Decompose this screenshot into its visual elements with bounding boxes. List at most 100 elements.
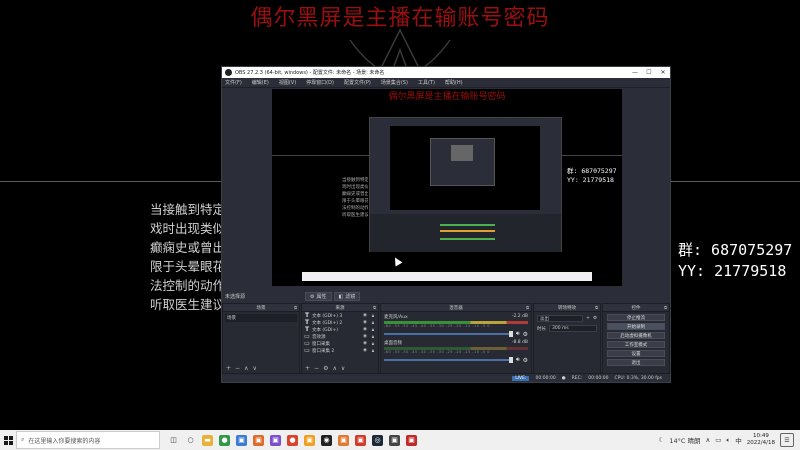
- app-icon-9[interactable]: ▣: [406, 434, 417, 446]
- start-recording-button[interactable]: 开始录制: [607, 323, 665, 330]
- slider-knob[interactable]: [508, 357, 513, 363]
- lock-icon[interactable]: 🔒︎: [370, 341, 376, 347]
- chevron-up-icon[interactable]: ∧: [705, 436, 710, 444]
- file-explorer-icon[interactable]: ▬: [202, 434, 213, 446]
- speaker-icon[interactable]: 🔊︎: [516, 356, 520, 364]
- lock-icon[interactable]: 🔒︎: [370, 348, 376, 354]
- filters-button[interactable]: ◧ 滤镜: [333, 292, 361, 301]
- lock-icon[interactable]: 🔒︎: [370, 334, 376, 340]
- obs-preview[interactable]: 偶尔黑屏是主播在输账号密码 当接触到特定 戏时出现类似 癫痫史或曾出 限于头晕眼…: [272, 89, 622, 286]
- eye-icon[interactable]: ◉: [362, 334, 368, 339]
- chrome-icon[interactable]: ●: [219, 434, 230, 446]
- transitions-dock: 转场特效 ⧉ 淡出 + ⚙ 时长 300 ms: [533, 303, 601, 374]
- dock-float-icon[interactable]: ⧉: [526, 305, 529, 310]
- transition-select[interactable]: 淡出: [537, 315, 584, 322]
- remove-icon[interactable]: −: [235, 365, 240, 372]
- duration-input[interactable]: 300 ms: [549, 325, 597, 332]
- add-icon[interactable]: +: [226, 365, 231, 372]
- dock-float-icon[interactable]: ⧉: [294, 305, 297, 310]
- eye-icon[interactable]: ◉: [362, 313, 368, 318]
- scene-list-item[interactable]: 场景: [225, 314, 297, 322]
- studio-mode-button[interactable]: 工作室模式: [607, 341, 665, 348]
- cortana-icon[interactable]: ○: [185, 435, 196, 446]
- speaker-icon[interactable]: 🔊︎: [516, 330, 520, 338]
- dock-float-icon[interactable]: ⧉: [595, 305, 598, 310]
- add-icon[interactable]: +: [305, 365, 310, 372]
- source-name: 文本 (GDI+) 2: [312, 320, 343, 326]
- gear-icon[interactable]: ⚙: [323, 365, 328, 372]
- close-button[interactable]: ✕: [656, 69, 670, 76]
- controls-dock-header: 控件 ⧉: [603, 304, 669, 312]
- source-row[interactable]: T 文本 (GDI+) 3 ◉ 🔒︎: [302, 312, 378, 319]
- app-icon-8[interactable]: ▣: [389, 434, 400, 446]
- taskbar-search[interactable]: ⌕ 在这里输入你要搜索的内容: [16, 431, 160, 449]
- lock-icon[interactable]: 🔒︎: [370, 327, 376, 333]
- dock-float-icon[interactable]: ⧉: [373, 305, 376, 310]
- app-icon-6[interactable]: ▣: [338, 434, 349, 446]
- network-icon[interactable]: ▭: [715, 436, 721, 444]
- app-icon-4[interactable]: ●: [287, 434, 298, 446]
- app-icon-2[interactable]: ▣: [253, 434, 264, 446]
- mixer-channel-level: -2.2 dB: [511, 314, 528, 319]
- move-up-icon[interactable]: ∧: [332, 365, 336, 372]
- add-icon[interactable]: +: [586, 316, 590, 321]
- lock-icon[interactable]: 🔒︎: [370, 320, 376, 326]
- volume-slider[interactable]: [384, 331, 513, 337]
- source-row[interactable]: T 文本 (GDI+) 2 ◉ 🔒︎: [302, 319, 378, 326]
- taskbar-clock[interactable]: 10:49 2022/4/18: [747, 433, 775, 447]
- slider-knob[interactable]: [508, 331, 513, 337]
- remove-icon[interactable]: −: [314, 365, 319, 372]
- obs-icon[interactable]: ◉: [321, 434, 332, 446]
- menu-tools[interactable]: 工具(T): [418, 79, 435, 86]
- gear-icon[interactable]: ⚙: [523, 331, 528, 338]
- volume-icon[interactable]: 🔈︎: [726, 436, 730, 445]
- dock-float-icon[interactable]: ⧉: [664, 305, 667, 310]
- properties-button[interactable]: ⚙ 属性: [305, 292, 332, 301]
- move-up-icon[interactable]: ∧: [244, 365, 248, 372]
- app-icon-5[interactable]: ▣: [304, 434, 315, 446]
- minimize-button[interactable]: —: [628, 69, 642, 76]
- preview-contact: 群: 687075297 YY: 21779518: [567, 167, 617, 185]
- menu-view[interactable]: 视图(V): [279, 79, 296, 86]
- eye-icon[interactable]: ◉: [362, 327, 368, 332]
- gear-icon[interactable]: ⚙: [593, 316, 597, 321]
- eye-icon[interactable]: ◉: [362, 320, 368, 325]
- app-icon-7[interactable]: ▣: [355, 434, 366, 446]
- menu-profile[interactable]: 配置文件(P): [344, 79, 371, 86]
- stop-streaming-button[interactable]: 停止推流: [607, 314, 665, 321]
- source-row[interactable]: ▭ 音效源 ◉ 🔒︎: [302, 333, 378, 340]
- window-capture-icon: ▭: [304, 340, 310, 347]
- steam-icon[interactable]: ◎: [372, 434, 383, 446]
- move-down-icon[interactable]: ∨: [252, 365, 256, 372]
- volume-slider[interactable]: [384, 357, 513, 363]
- window-capture-icon: ▭: [304, 347, 310, 354]
- eye-icon[interactable]: ◉: [362, 348, 368, 353]
- source-row[interactable]: ▭ 窗口采集 ◉ 🔒︎: [302, 340, 378, 347]
- source-row[interactable]: T 文本 (GDI+) ◉ 🔒︎: [302, 326, 378, 333]
- menu-docks[interactable]: 停靠窗口(D): [306, 79, 334, 86]
- task-view-icon[interactable]: ◫: [168, 435, 179, 446]
- app-icon-3[interactable]: ▣: [270, 434, 281, 446]
- settings-button[interactable]: 设置: [607, 350, 665, 357]
- maximize-button[interactable]: ☐: [642, 69, 656, 76]
- notification-icon[interactable]: ☰: [780, 433, 794, 447]
- app-icon-1[interactable]: ▣: [236, 434, 247, 446]
- clock-time: 10:49: [752, 433, 769, 439]
- source-row[interactable]: ▭ 窗口采集 2 ◉ 🔒︎: [302, 347, 378, 354]
- menu-edit[interactable]: 编辑(E): [252, 79, 269, 86]
- exit-button[interactable]: 退出: [607, 359, 665, 366]
- volume-meter: [384, 347, 528, 350]
- menu-help[interactable]: 帮助(H): [445, 79, 463, 86]
- warning-line: 癫痫史或曾出: [150, 240, 222, 255]
- weather-text[interactable]: 14°C 晴朗: [669, 435, 700, 445]
- move-down-icon[interactable]: ∨: [341, 365, 345, 372]
- obs-titlebar[interactable]: OBS 27.2.3 (64-bit, windows) - 配置文件: 未命名…: [222, 67, 670, 78]
- lock-icon[interactable]: 🔒︎: [370, 313, 376, 319]
- menu-scene-collection[interactable]: 场景集合(S): [381, 79, 408, 86]
- start-button[interactable]: [0, 430, 16, 450]
- menu-file[interactable]: 文件(F): [225, 79, 242, 86]
- eye-icon[interactable]: ◉: [362, 341, 368, 346]
- gear-icon[interactable]: ⚙: [523, 357, 528, 364]
- ime-icon[interactable]: 中: [735, 435, 742, 445]
- virtual-camera-button[interactable]: 启动虚拟摄像机: [607, 332, 665, 339]
